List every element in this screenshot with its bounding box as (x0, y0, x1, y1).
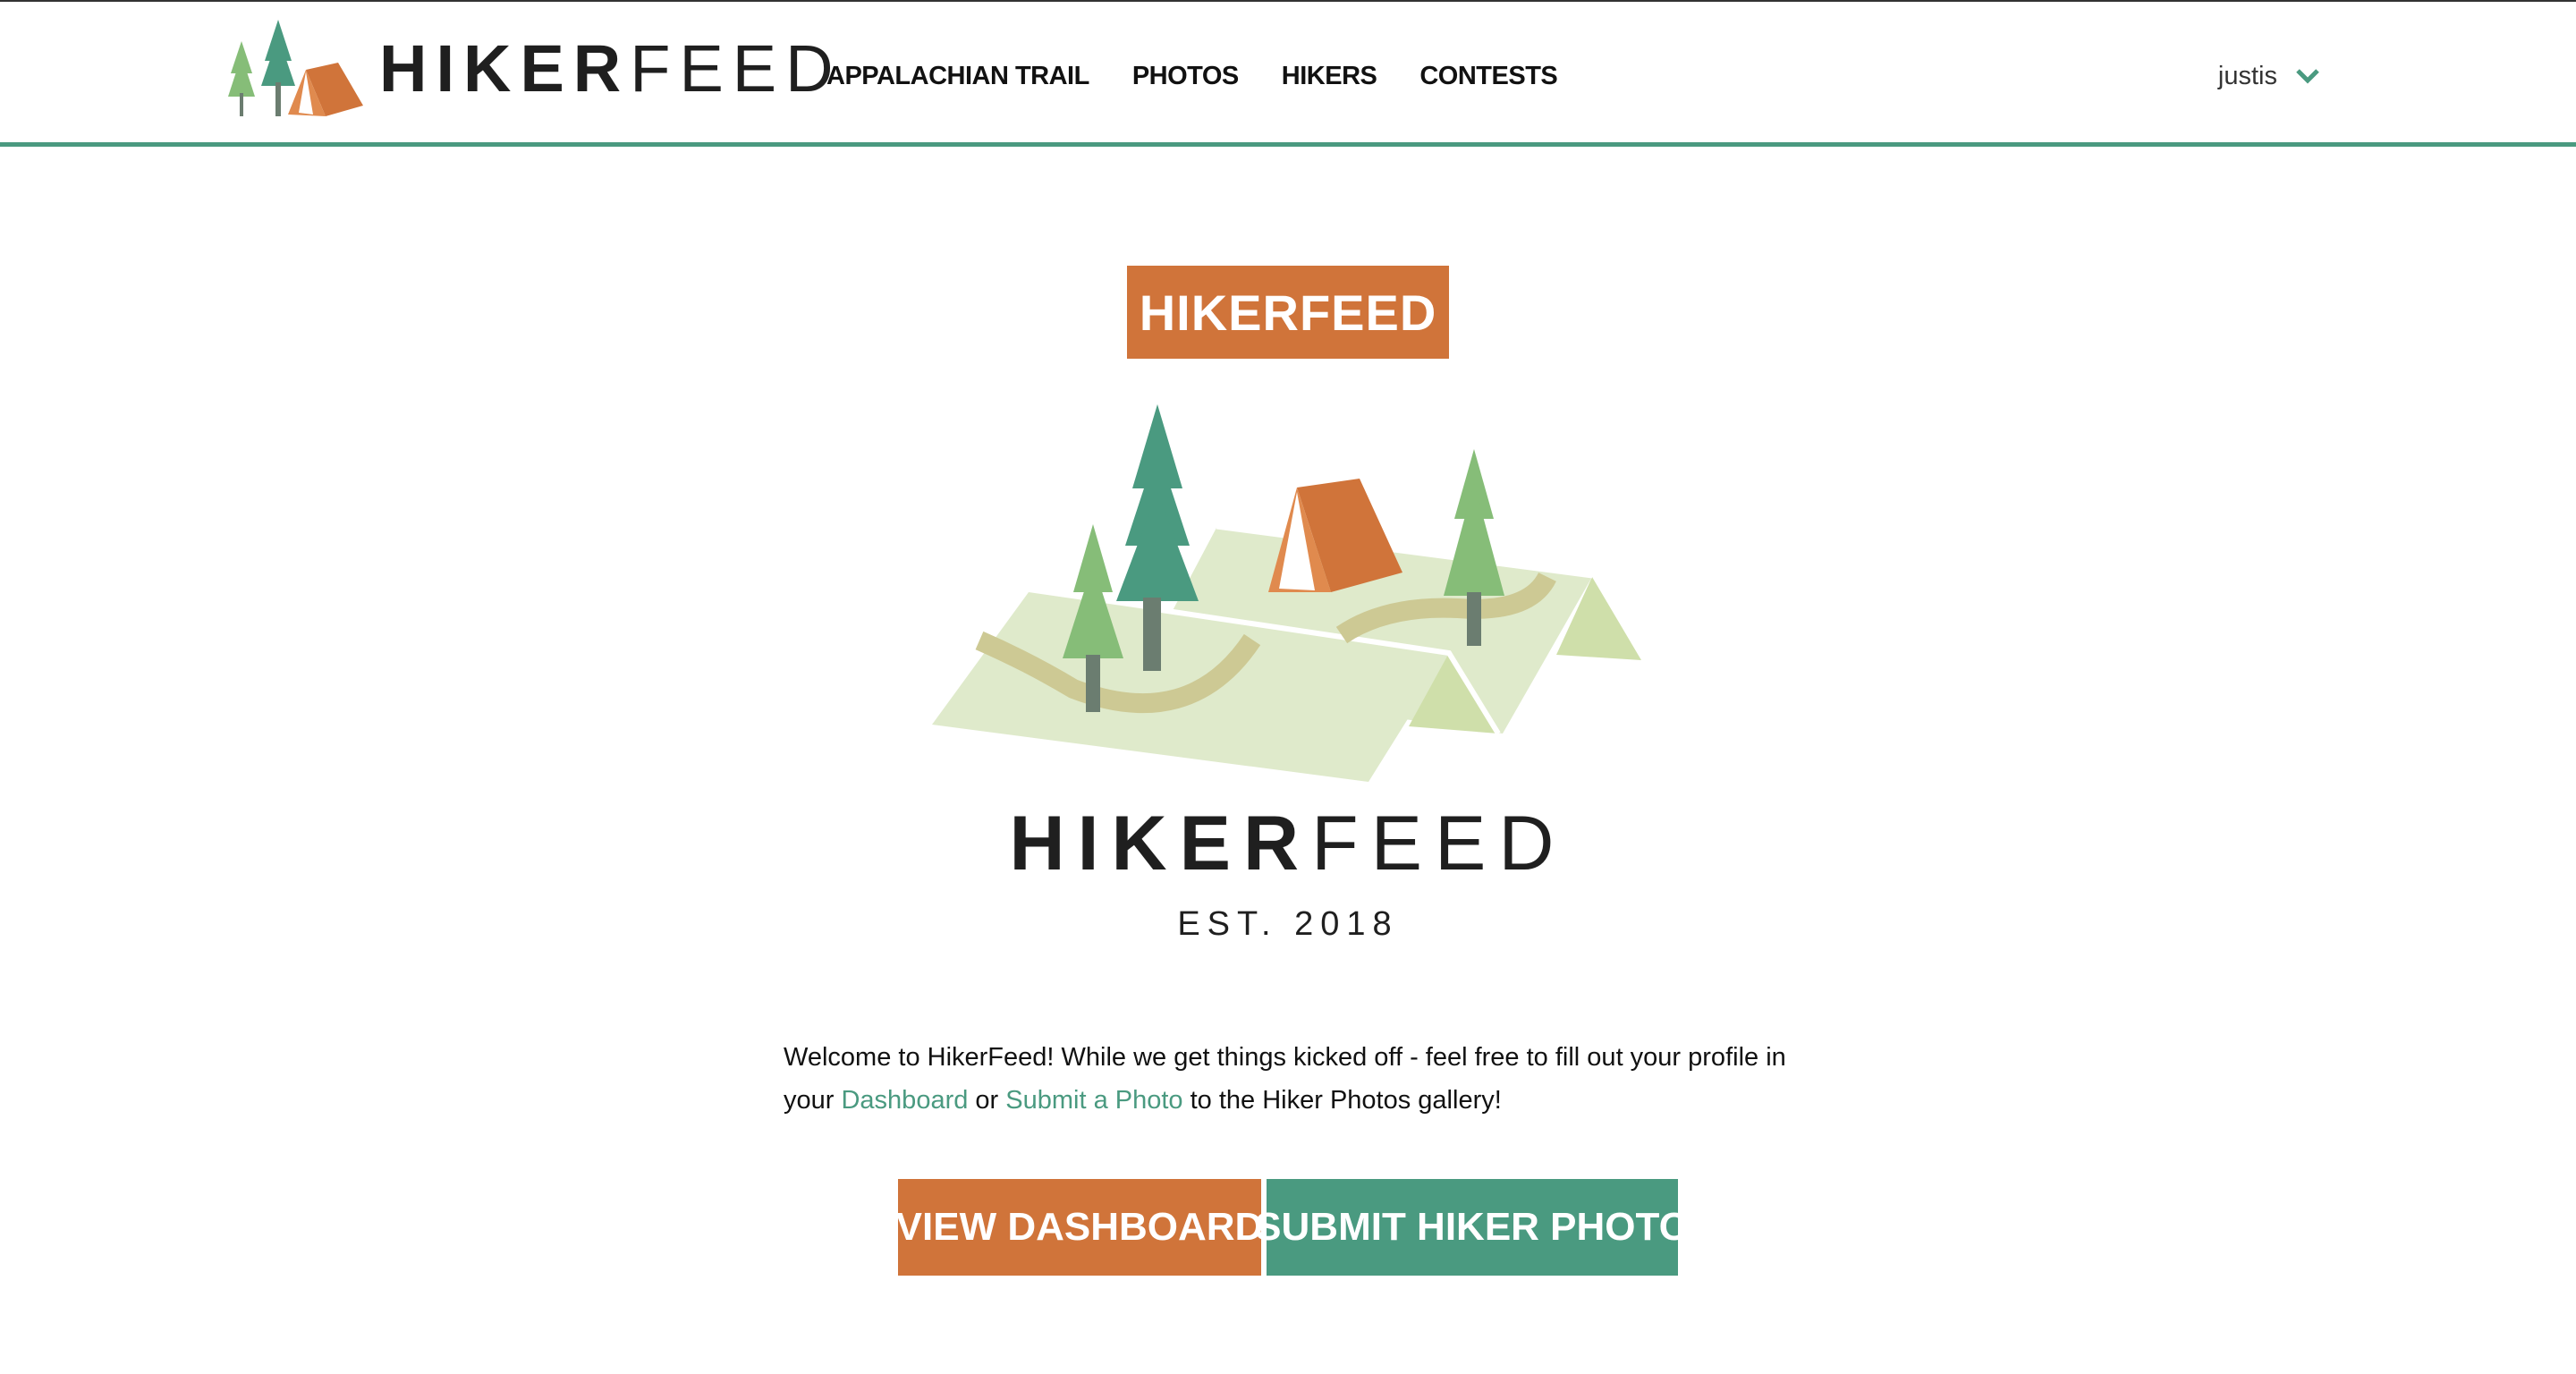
welcome-text-end: to the Hiker Photos gallery! (1182, 1086, 1502, 1115)
nav-contests[interactable]: CONTESTS (1419, 62, 1557, 91)
campsite-map-illustration (932, 404, 1641, 782)
dashboard-link[interactable]: Dashboard (841, 1086, 968, 1115)
nav-appalachian-trail[interactable]: APPALACHIAN TRAIL (826, 62, 1089, 91)
chevron-down-icon (2296, 69, 2319, 84)
site-logo[interactable]: HIKERFEED (227, 16, 843, 122)
welcome-text-or: or (968, 1086, 1006, 1115)
hero-established: EST. 2018 (1177, 905, 1399, 943)
nav-photos[interactable]: PHOTOS (1132, 62, 1239, 91)
main-nav: APPALACHIAN TRAIL PHOTOS HIKERS CONTESTS (826, 2, 1558, 150)
submit-hiker-photo-button[interactable]: SUBMIT HIKER PHOTO (1255, 1179, 1690, 1276)
site-header: HIKERFEED APPALACHIAN TRAIL PHOTOS HIKER… (0, 2, 2576, 147)
logo-wordmark: HIKERFEED (379, 31, 843, 106)
nav-hikers[interactable]: HIKERS (1282, 62, 1377, 91)
hero-badge: HIKERFEED (1127, 266, 1449, 359)
user-name: justis (2217, 61, 2277, 90)
logo-trees-tent-icon (228, 20, 363, 116)
hero-title: HIKERFEED (1009, 801, 1567, 886)
view-dashboard-button[interactable]: VIEW DASHBOARD (896, 1179, 1263, 1276)
welcome-message: Welcome to HikerFeed! While we get thing… (784, 1036, 1803, 1122)
user-menu[interactable]: justis (2218, 2, 2320, 150)
submit-photo-link[interactable]: Submit a Photo (1005, 1086, 1182, 1115)
